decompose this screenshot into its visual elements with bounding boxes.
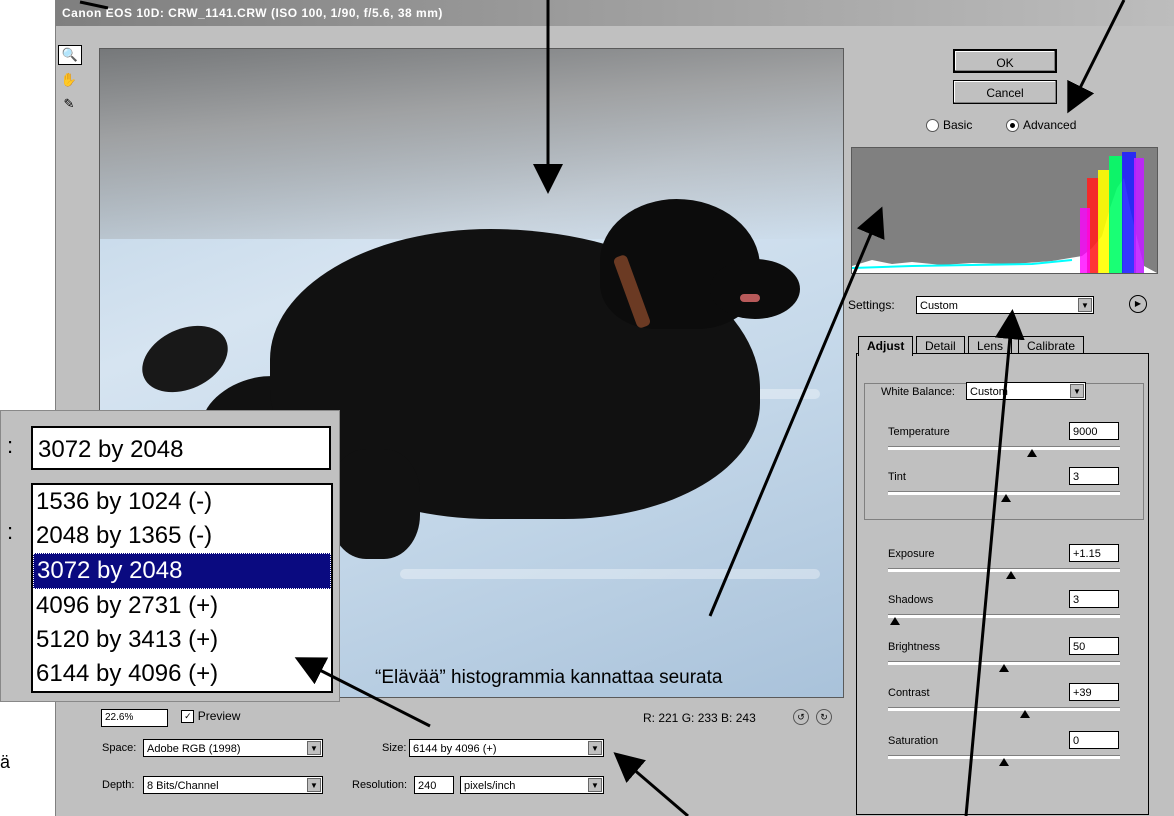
snow-streak	[400, 569, 820, 579]
slider-label: Saturation	[888, 735, 939, 747]
histogram	[851, 147, 1158, 274]
callout-colon: :	[7, 433, 14, 458]
slider-label: Brightness	[888, 641, 940, 653]
slider-thumb[interactable]	[1026, 449, 1037, 457]
slider-value-input[interactable]: 3	[1069, 467, 1119, 485]
dog-snout	[710, 259, 800, 319]
background-bushes	[100, 49, 843, 239]
histogram-graph	[852, 152, 1157, 273]
resolution-input[interactable]: 240	[414, 776, 454, 794]
space-value: Adobe RGB (1998)	[147, 743, 241, 755]
slider-value-input[interactable]: 9000	[1069, 422, 1119, 440]
cancel-button[interactable]: Cancel	[953, 80, 1057, 104]
window-title: Canon EOS 10D: CRW_1141.CRW (ISO 100, 1/…	[56, 0, 1174, 26]
size-option[interactable]: 3072 by 2048	[33, 553, 331, 589]
size-label: Size:	[382, 742, 407, 754]
chevron-down-icon: ▼	[588, 741, 602, 755]
slider-value-input[interactable]: 3	[1069, 590, 1119, 608]
space-dropdown[interactable]: Adobe RGB (1998) ▼	[143, 739, 323, 757]
advanced-label: Advanced	[1023, 118, 1077, 132]
radio-icon	[1006, 119, 1019, 133]
white-balance-label: White Balance:	[878, 386, 958, 398]
rotate-right-icon[interactable]: ↻	[816, 709, 832, 725]
white-balance-value: Custom	[970, 386, 1008, 398]
slider-thumb[interactable]	[1001, 494, 1012, 502]
tab-adjust[interactable]: Adjust	[858, 336, 914, 356]
slider-value-input[interactable]: +1.15	[1069, 544, 1119, 562]
depth-dropdown[interactable]: 8 Bits/Channel ▼	[143, 776, 323, 794]
zoom-tool-icon[interactable]: 🔍	[58, 45, 82, 65]
advanced-radio[interactable]: Advanced	[1006, 118, 1077, 133]
chevron-down-icon: ▼	[307, 778, 321, 792]
basic-radio[interactable]: Basic	[926, 118, 973, 133]
dog-tongue	[740, 294, 760, 302]
zoom-value: 22.6%	[105, 712, 134, 723]
slider-track[interactable]	[888, 446, 1120, 450]
slider-label: Shadows	[888, 594, 934, 606]
histogram-annotation: “Elävää” histogrammia kannattaa seurata	[375, 667, 723, 688]
settings-value: Custom	[920, 300, 958, 312]
white-balance-dropdown[interactable]: Custom ▼	[966, 382, 1086, 400]
left-text-fragment: ä	[0, 752, 11, 772]
chevron-down-icon: ▼	[1070, 384, 1084, 398]
ok-button[interactable]: OK	[953, 49, 1057, 73]
resolution-label: Resolution:	[352, 779, 408, 791]
slider-track[interactable]	[888, 614, 1120, 618]
slider-label: Tint	[888, 471, 906, 483]
slider-thumb[interactable]	[889, 617, 900, 625]
resolution-unit-value: pixels/inch	[464, 780, 516, 792]
toolbox: 🔍 ✋ ✎	[58, 45, 84, 119]
size-dropdown-zoom-callout: : : 3072 by 2048 1536 by 1024 (-) 2048 by…	[0, 410, 340, 702]
slider-label: Exposure	[888, 548, 935, 560]
settings-menu-icon[interactable]: ▶	[1129, 295, 1147, 313]
slider-value-input[interactable]: +39	[1069, 683, 1119, 701]
depth-label: Depth:	[102, 779, 135, 791]
chevron-down-icon: ▼	[588, 778, 602, 792]
size-option[interactable]: 5120 by 3413 (+)	[33, 623, 331, 657]
basic-label: Basic	[943, 118, 973, 132]
callout-size-options: 1536 by 1024 (-) 2048 by 1365 (-) 3072 by …	[31, 483, 333, 693]
radio-icon	[926, 119, 939, 133]
slider-label: Temperature	[888, 426, 950, 438]
rotate-left-icon[interactable]: ↺	[793, 709, 809, 725]
callout-size-selected[interactable]: 3072 by 2048	[31, 426, 331, 470]
slider-thumb[interactable]	[1019, 710, 1030, 718]
preview-bar: 22.6% ✓ Preview	[101, 709, 240, 727]
slider-track[interactable]	[888, 707, 1120, 711]
preview-checkbox[interactable]: ✓	[181, 710, 195, 724]
size-dropdown[interactable]: 6144 by 4096 (+) ▼	[409, 739, 604, 757]
rgb-readout: R: 221 G: 233 B: 243	[643, 711, 756, 725]
size-option[interactable]: 1536 by 1024 (-)	[33, 485, 331, 519]
space-label: Space:	[102, 742, 137, 754]
slider-label: Contrast	[888, 687, 930, 699]
size-option[interactable]: 6144 by 4096 (+)	[33, 657, 331, 691]
settings-dropdown[interactable]: Custom ▼	[916, 296, 1094, 314]
size-option[interactable]: 4096 by 2731 (+)	[33, 589, 331, 623]
preview-label: Preview	[197, 709, 241, 723]
chevron-down-icon: ▼	[307, 741, 321, 755]
slider-value-input[interactable]: 0	[1069, 731, 1119, 749]
slider-thumb[interactable]	[999, 758, 1009, 766]
eyedropper-tool-icon[interactable]: ✎	[58, 95, 80, 113]
size-option[interactable]: 2048 by 1365 (-)	[33, 519, 331, 553]
slider-thumb[interactable]	[999, 664, 1009, 672]
zoom-dropdown[interactable]: 22.6%	[101, 709, 168, 727]
hand-tool-icon[interactable]: ✋	[58, 71, 80, 89]
settings-label: Settings:	[848, 298, 895, 312]
depth-value: 8 Bits/Channel	[147, 780, 219, 792]
size-value: 6144 by 4096 (+)	[413, 743, 497, 755]
callout-colon: :	[7, 519, 14, 544]
slider-track[interactable]	[888, 568, 1120, 572]
slider-value-input[interactable]: 50	[1069, 637, 1119, 655]
resolution-unit-dropdown[interactable]: pixels/inch ▼	[460, 776, 604, 794]
chevron-down-icon: ▼	[1078, 298, 1092, 312]
dog-leg	[330, 449, 420, 559]
slider-thumb[interactable]	[1005, 571, 1016, 579]
